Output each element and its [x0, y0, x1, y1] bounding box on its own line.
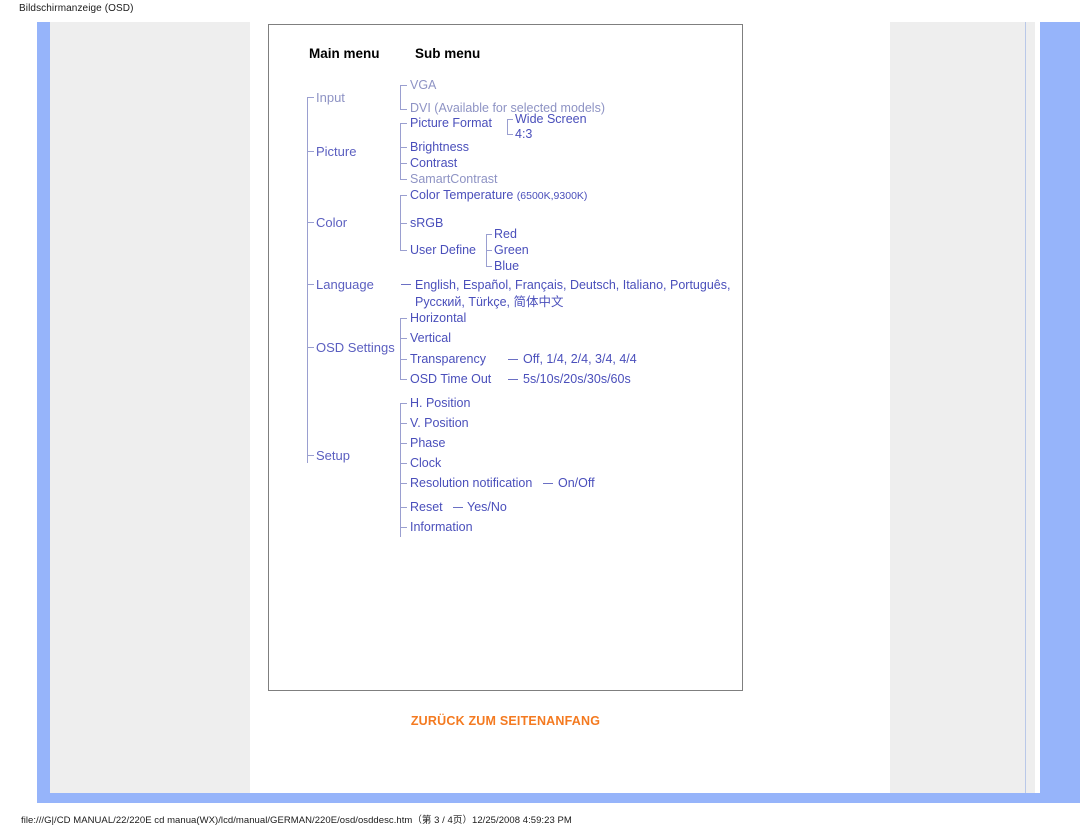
channel-green[interactable]: Green	[494, 243, 529, 257]
submenu-resolution-notification[interactable]: Resolution notification	[410, 476, 532, 490]
transparency-values[interactable]: Off, 1/4, 2/4, 3/4, 4/4	[523, 352, 637, 366]
submenu-clock[interactable]: Clock	[410, 456, 441, 470]
channel-blue[interactable]: Blue	[494, 259, 519, 273]
language-list[interactable]: English, Español, Français, Deutsch, Ita…	[415, 277, 735, 311]
setup-tick-h-position	[400, 403, 407, 404]
osd-settings-tick-horizontal	[400, 318, 407, 319]
menu-language-label[interactable]: Language	[316, 277, 374, 292]
picture-branch-tick-contrast	[400, 163, 407, 164]
color-branch-tick-userdefine	[400, 250, 407, 251]
picture-format-tick-43	[507, 134, 513, 135]
picture-branch-tick-brightness	[400, 147, 407, 148]
timeout-connector-dash	[508, 379, 518, 380]
menu-input-label[interactable]: Input	[316, 90, 345, 105]
reset-values[interactable]: Yes/No	[467, 500, 507, 514]
submenu-phase[interactable]: Phase	[410, 436, 445, 450]
menu-setup-label[interactable]: Setup	[316, 448, 350, 463]
submenu-color-temperature[interactable]: Color Temperature (6500K,9300K)	[410, 188, 587, 202]
setup-tick-clock	[400, 463, 407, 464]
channel-red[interactable]: Red	[494, 227, 517, 241]
trunk-tick-input	[307, 97, 314, 98]
submenu-contrast[interactable]: Contrast	[410, 156, 457, 170]
submenu-v-position[interactable]: V. Position	[410, 416, 469, 430]
setup-tick-v-position	[400, 423, 407, 424]
setup-tick-reset	[400, 507, 407, 508]
user-define-tick-blue	[486, 266, 492, 267]
setup-tick-information	[400, 527, 407, 528]
input-branch-tick-2	[400, 109, 407, 110]
menu-color-label[interactable]: Color	[316, 215, 347, 230]
osd-time-out-values[interactable]: 5s/10s/20s/30s/60s	[523, 372, 631, 386]
trunk-tick-language	[307, 284, 314, 285]
picture-format-branch-line	[507, 119, 508, 134]
option-wide-screen[interactable]: Wide Screen	[515, 112, 587, 126]
vertical-divider	[1025, 22, 1026, 793]
submenu-reset[interactable]: Reset	[410, 500, 443, 514]
setup-tick-phase	[400, 443, 407, 444]
osd-settings-tick-transparency	[400, 359, 407, 360]
submenu-input-vga[interactable]: VGA	[410, 78, 436, 92]
submenu-smartcontrast[interactable]: SamartContrast	[410, 172, 498, 186]
input-branch-line	[400, 85, 401, 109]
resolution-connector-dash	[543, 483, 553, 484]
color-temperature-label: Color Temperature	[410, 188, 514, 202]
left-blue-rail	[37, 22, 50, 793]
trunk-tick-color	[307, 222, 314, 223]
user-define-tick-red	[486, 234, 492, 235]
picture-branch-tick-format	[400, 123, 407, 124]
trunk-tick-setup	[307, 455, 314, 456]
language-list-line1: English, Español, Français, Deutsch, Ita…	[415, 278, 731, 292]
osd-settings-branch-line	[400, 318, 401, 379]
language-list-line2: Русский, Türkçe, 简体中文	[415, 295, 564, 309]
back-to-top-link[interactable]: ZURÜCK ZUM SEITENANFANG	[268, 714, 743, 728]
color-branch-tick-temp	[400, 195, 407, 196]
picture-branch-line	[400, 123, 401, 179]
submenu-osd-time-out[interactable]: OSD Time Out	[410, 372, 491, 386]
menu-osd-settings-label[interactable]: OSD Settings	[316, 340, 395, 355]
submenu-user-define[interactable]: User Define	[410, 243, 476, 257]
language-connector-dash	[401, 284, 411, 285]
color-temperature-values: (6500K,9300K)	[516, 190, 588, 202]
picture-branch-tick-smartcontrast	[400, 179, 407, 180]
submenu-horizontal[interactable]: Horizontal	[410, 311, 466, 325]
bottom-blue-rail	[37, 793, 1080, 803]
main-menu-column-header: Main menu	[309, 46, 380, 61]
option-4-3[interactable]: 4:3	[515, 127, 532, 141]
picture-format-tick-wide	[507, 119, 513, 120]
page-frame: Main menu Sub menu Input VGA DVI (Availa…	[37, 22, 1080, 803]
osd-menu-tree-diagram: Main menu Sub menu Input VGA DVI (Availa…	[268, 24, 743, 691]
reset-connector-dash	[453, 507, 463, 508]
right-blue-rail	[1040, 22, 1080, 793]
setup-tick-resolution	[400, 483, 407, 484]
print-header-title: Bildschirmanzeige (OSD)	[19, 3, 134, 14]
sub-menu-column-header: Sub menu	[415, 46, 481, 61]
submenu-vertical[interactable]: Vertical	[410, 331, 451, 345]
transparency-connector-dash	[508, 359, 518, 360]
osd-settings-tick-vertical	[400, 338, 407, 339]
submenu-srgb[interactable]: sRGB	[410, 216, 443, 230]
color-branch-tick-srgb	[400, 223, 407, 224]
submenu-transparency[interactable]: Transparency	[410, 352, 486, 366]
trunk-tick-picture	[307, 151, 314, 152]
submenu-information[interactable]: Information	[410, 520, 473, 534]
osd-settings-tick-timeout	[400, 379, 407, 380]
trunk-tick-osd-settings	[307, 347, 314, 348]
resolution-notification-values[interactable]: On/Off	[558, 476, 595, 490]
submenu-brightness[interactable]: Brightness	[410, 140, 469, 154]
menu-picture-label[interactable]: Picture	[316, 144, 356, 159]
submenu-h-position[interactable]: H. Position	[410, 396, 470, 410]
user-define-tick-green	[486, 250, 492, 251]
submenu-picture-format-label[interactable]: Picture Format	[410, 116, 492, 130]
print-footer-path: file:///G|/CD MANUAL/22/220E cd manua(WX…	[21, 815, 572, 826]
input-branch-tick-1	[400, 85, 407, 86]
